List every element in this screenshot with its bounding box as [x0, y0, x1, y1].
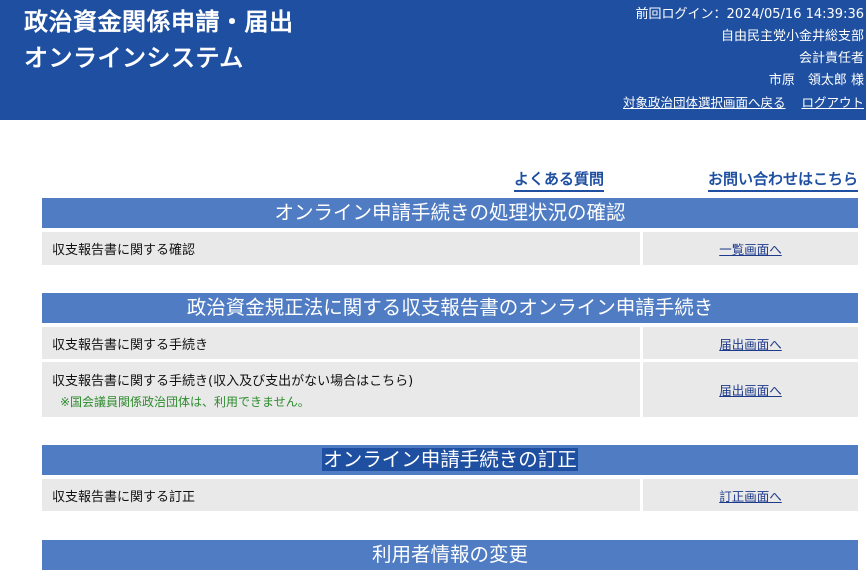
section-correction: オンライン申請手続きの訂正 収支報告書に関する訂正 訂正画面へ — [42, 445, 858, 514]
section-status-check: オンライン申請手続きの処理状況の確認 収支報告書に関する確認 一覧画面へ — [42, 198, 858, 268]
table-row: 収支報告書に関する手続き(収入及び支出がない場合はこちら) ※国会議員関係政治団… — [42, 362, 858, 417]
user-role: 会計責任者 — [798, 51, 864, 66]
section-header: 利用者情報の変更 — [42, 540, 858, 570]
row-label: 収支報告書に関する確認 — [42, 232, 640, 265]
contact-link[interactable]: お問い合わせはこちら — [707, 168, 858, 192]
correction-screen-link[interactable]: 訂正画面へ — [719, 486, 782, 505]
table-row: 収支報告書に関する訂正 訂正画面へ — [42, 479, 858, 511]
submission-screen-link[interactable]: 届出画面へ — [719, 334, 782, 353]
row-label: 収支報告書に関する手続き — [42, 327, 640, 359]
section-header: オンライン申請手続きの訂正 — [42, 445, 858, 475]
row-label-cell: 収支報告書に関する手続き(収入及び支出がない場合はこちら) ※国会議員関係政治団… — [42, 362, 640, 417]
table-row: 収支報告書に関する確認 一覧画面へ — [42, 232, 858, 265]
user-info: 前回ログイン：2024/05/16 14:39:36 自由民主党小金井総支部 会… — [636, 4, 864, 92]
row-link-cell: 届出画面へ — [643, 362, 858, 417]
submission-screen-link-no-income[interactable]: 届出画面へ — [719, 380, 782, 399]
row-link-cell: 届出画面へ — [643, 327, 858, 359]
row-link-cell: 一覧画面へ — [643, 232, 858, 265]
header-links: 対象政治団体選択画面へ戻る ログアウト — [611, 92, 864, 111]
row-link-cell: 訂正画面へ — [643, 479, 858, 511]
user-name: 市原 領太郎 様 — [768, 73, 864, 88]
section-header-text: オンライン申請手続きの訂正 — [322, 448, 578, 471]
section-header: オンライン申請手続きの処理状況の確認 — [42, 198, 858, 228]
last-login: 前回ログイン：2024/05/16 14:39:36 — [635, 7, 864, 22]
app-title: 政治資金関係申請・届出 オンラインシステム — [24, 4, 294, 76]
app-title-line1: 政治資金関係申請・届出 — [24, 8, 294, 36]
section-user-info-change: 利用者情報の変更 — [42, 540, 858, 574]
back-to-org-select-link[interactable]: 対象政治団体選択画面へ戻る — [623, 95, 786, 110]
row-label: 収支報告書に関する訂正 — [42, 479, 640, 511]
row-note: ※国会議員関係政治団体は、利用できません。 — [60, 394, 310, 409]
app-title-line2: オンラインシステム — [24, 44, 244, 72]
section-report-application: 政治資金規正法に関する収支報告書のオンライン申請手続き 収支報告書に関する手続き… — [42, 293, 858, 420]
help-links: よくある質問 お問い合わせはこちら — [0, 168, 858, 192]
logout-link[interactable]: ログアウト — [801, 95, 864, 110]
app-header: 政治資金関係申請・届出 オンラインシステム 前回ログイン：2024/05/16 … — [0, 0, 866, 120]
section-header: 政治資金規正法に関する収支報告書のオンライン申請手続き — [42, 293, 858, 323]
organization-name: 自由民主党小金井総支部 — [720, 29, 864, 44]
table-row: 収支報告書に関する手続き 届出画面へ — [42, 327, 858, 359]
faq-link[interactable]: よくある質問 — [514, 168, 605, 192]
list-screen-link[interactable]: 一覧画面へ — [719, 239, 782, 258]
row-label: 収支報告書に関する手続き(収入及び支出がない場合はこちら) — [52, 373, 414, 389]
